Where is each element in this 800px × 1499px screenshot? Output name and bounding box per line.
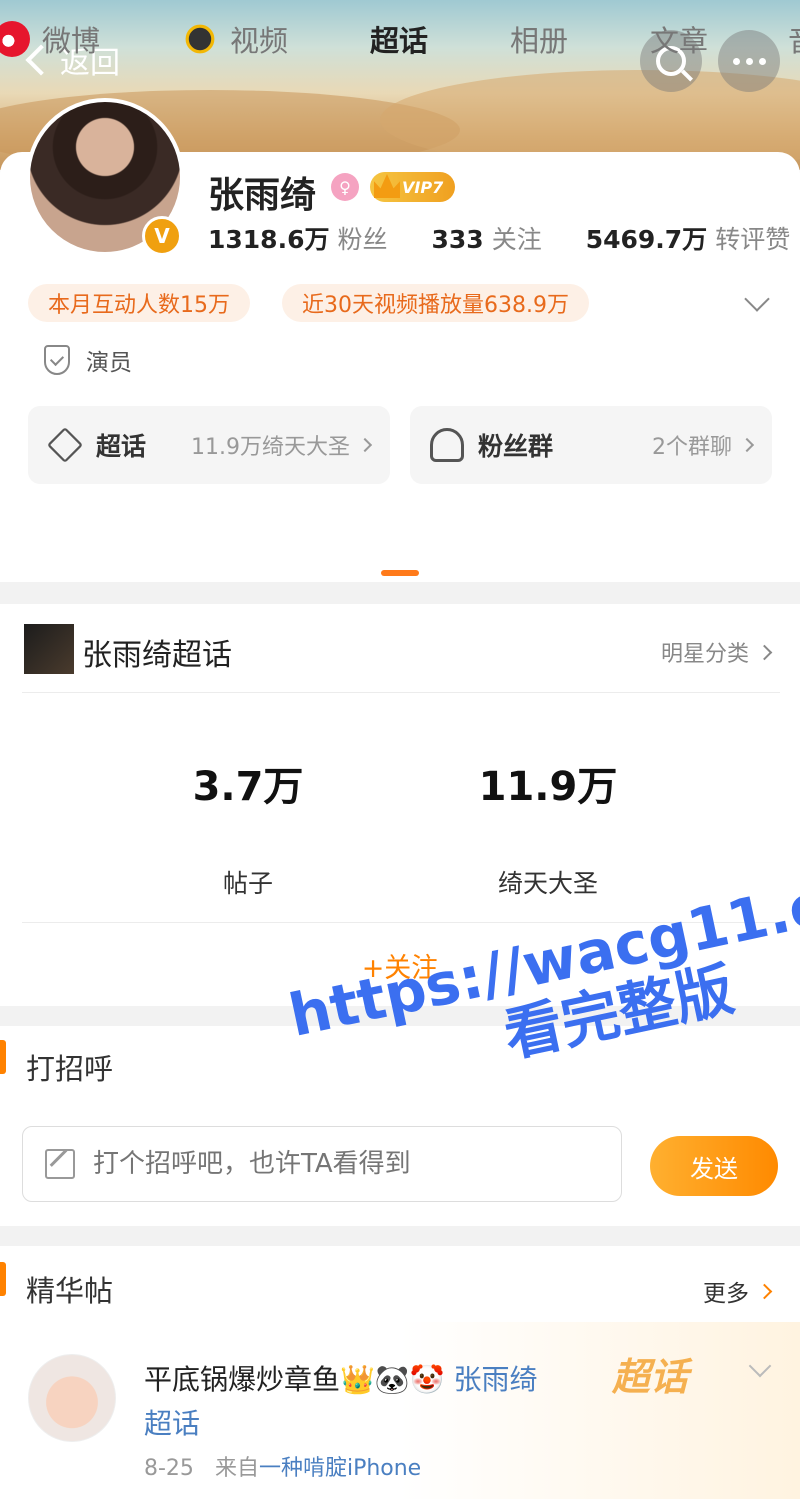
- role-label: 演员: [86, 350, 132, 376]
- active-tab-indicator: [381, 570, 419, 576]
- greeting-input[interactable]: [93, 1149, 573, 1179]
- chevron-right-icon: [756, 1283, 773, 1299]
- supertopic-badge: 超话: [612, 1355, 689, 1399]
- stat-value: 333: [431, 225, 484, 254]
- post-date: 8-25: [144, 1456, 194, 1481]
- chevron-right-icon: [756, 644, 773, 660]
- stat-label: 关注: [491, 225, 542, 254]
- tab-music[interactable]: 音: [788, 18, 800, 60]
- edit-icon: [45, 1149, 75, 1179]
- video-icon: [179, 18, 221, 60]
- diamond-icon: [46, 426, 84, 464]
- tab-label: 相册: [510, 24, 569, 58]
- chevron-right-icon: [739, 437, 755, 453]
- more-button[interactable]: [718, 30, 780, 92]
- best-posts-section: 精华帖 更多 平底锅爆炒章鱼👑🐼🤡 张雨绮超话 8-25 来自一种啃腚iPhon…: [0, 1246, 800, 1499]
- metric-fans[interactable]: 11.9万 绮天大圣: [398, 754, 698, 900]
- profile-stats: 1318.6万 粉丝 333 关注 5469.7万 转评赞: [208, 220, 790, 256]
- tab-weibo[interactable]: 微博: [0, 18, 100, 60]
- stat-label: 粉丝: [337, 225, 388, 254]
- tab-articles[interactable]: 文章: [650, 18, 708, 60]
- section-title: 精华帖: [26, 1274, 114, 1308]
- post-meta: 8-25 来自一种啃腚iPhone: [144, 1450, 421, 1482]
- stat-interactions[interactable]: 5469.7万 转评赞: [586, 220, 791, 256]
- card-title: 超话: [96, 432, 147, 461]
- metric-label: 绮天大圣: [497, 869, 598, 898]
- topic-thumbnail[interactable]: [24, 624, 74, 674]
- female-icon: ♀: [331, 173, 359, 201]
- greeting-field[interactable]: [22, 1126, 622, 1202]
- tab-label: 文章: [650, 24, 709, 58]
- fan-group-card[interactable]: 粉丝群 2个群聊: [410, 406, 772, 484]
- post-source[interactable]: 一种啃腚iPhone: [259, 1456, 421, 1481]
- chevron-down-icon[interactable]: [748, 1354, 772, 1378]
- crown-icon: [374, 174, 400, 198]
- category-label: 明星分类: [660, 642, 749, 667]
- metric-value: 11.9万: [478, 764, 618, 810]
- tab-label: 音: [788, 18, 800, 60]
- shield-icon: [44, 345, 70, 375]
- card-sub: 11.9万绮天大圣: [191, 435, 350, 460]
- more-link[interactable]: 更多: [703, 1274, 773, 1308]
- post-item[interactable]: 平底锅爆炒章鱼👑🐼🤡 张雨绮超话 8-25 来自一种啃腚iPhone 超话: [0, 1322, 800, 1499]
- stat-following[interactable]: 333 关注: [432, 220, 542, 256]
- profile-name: 张雨绮: [208, 175, 317, 216]
- tab-label: 微博: [42, 24, 101, 58]
- card-sub: 2个群聊: [652, 435, 732, 460]
- send-button[interactable]: 发送: [650, 1136, 778, 1196]
- section-accent-bar: [0, 1040, 6, 1074]
- more-icon: [732, 57, 766, 65]
- metric-value: 3.7万: [192, 764, 304, 810]
- people-icon: [430, 428, 464, 462]
- metric-posts[interactable]: 3.7万 帖子: [98, 754, 398, 900]
- chevron-right-icon: [357, 437, 373, 453]
- verified-badge-icon: V: [142, 216, 182, 256]
- card-title: 粉丝群: [478, 432, 554, 461]
- section-title: 打招呼: [26, 1052, 114, 1086]
- metric-label: 帖子: [222, 869, 273, 898]
- section-accent-bar: [0, 1262, 6, 1296]
- video-plays-pill[interactable]: 近30天视频播放量638.9万: [282, 284, 589, 322]
- post-avatar[interactable]: [28, 1354, 116, 1442]
- tab-label: 超话: [370, 24, 429, 58]
- vip-badge[interactable]: VIP7: [370, 172, 456, 202]
- tab-supertopic[interactable]: 超话: [370, 18, 428, 60]
- vip-label: VIP7: [402, 177, 444, 197]
- topic-category-link[interactable]: 明星分类: [660, 636, 773, 668]
- tab-label: 视频: [230, 24, 289, 58]
- profile-role: 演员: [44, 343, 132, 377]
- monthly-interaction-pill[interactable]: 本月互动人数15万: [28, 284, 250, 322]
- stat-value: 1318.6万: [208, 225, 330, 254]
- more-label: 更多: [703, 1281, 749, 1307]
- tab-video[interactable]: 视频: [179, 18, 289, 60]
- weibo-icon: [0, 21, 30, 57]
- supertopic-card[interactable]: 超话 11.9万绮天大圣: [28, 406, 390, 484]
- divider: [22, 692, 780, 693]
- stat-followers[interactable]: 1318.6万 粉丝: [208, 220, 388, 256]
- post-from-label: 来自: [214, 1456, 259, 1481]
- stat-label: 转评赞: [715, 225, 791, 254]
- post-author[interactable]: 平底锅爆炒章鱼👑🐼🤡: [144, 1363, 445, 1396]
- stat-value: 5469.7万: [585, 225, 708, 254]
- topic-name[interactable]: 张雨绮超话: [82, 630, 232, 674]
- post-text: 平底锅爆炒章鱼👑🐼🤡 张雨绮超话: [144, 1358, 564, 1446]
- tab-album[interactable]: 相册: [510, 18, 568, 60]
